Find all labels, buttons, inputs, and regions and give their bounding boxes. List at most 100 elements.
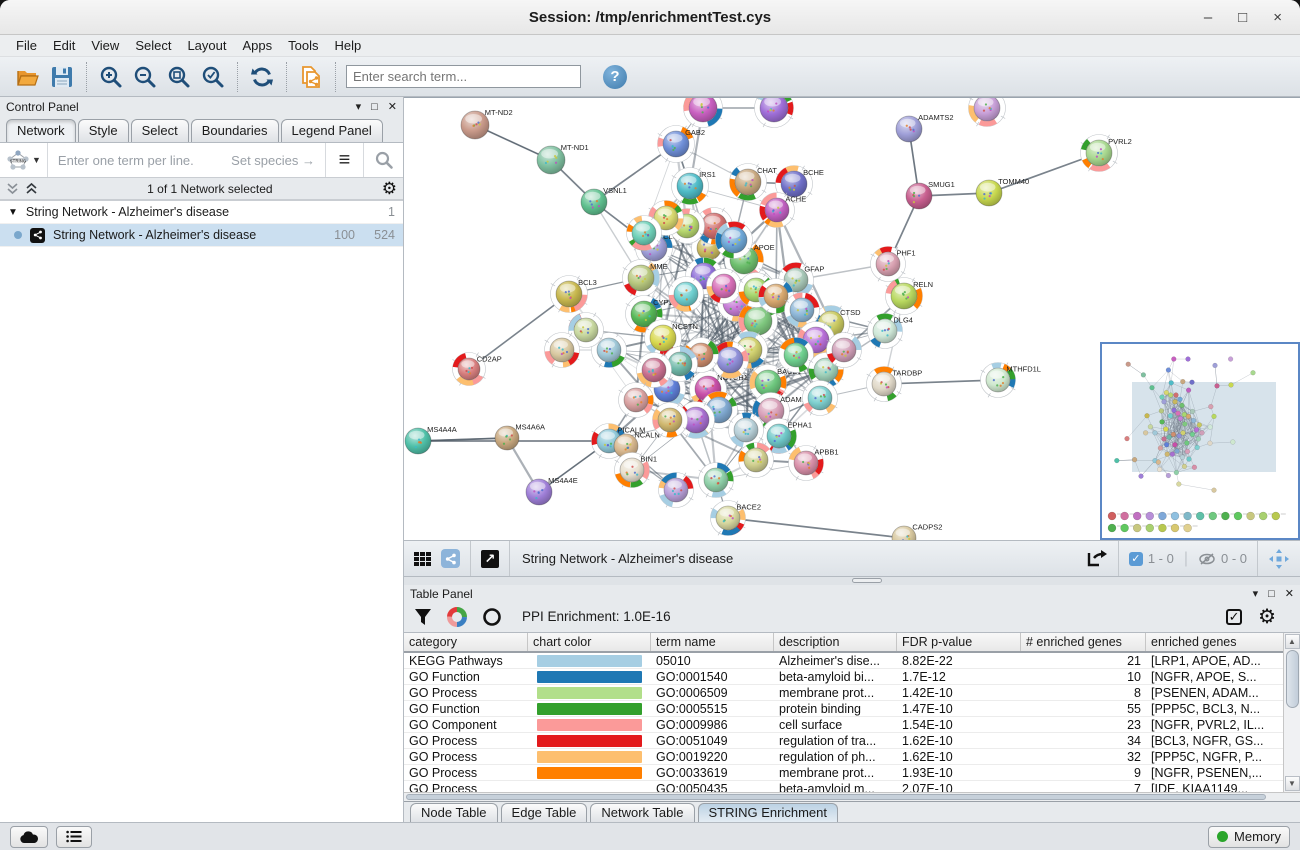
- network-node-MS4A6A[interactable]: MS4A6A: [495, 423, 545, 450]
- network-node-TARDBP[interactable]: TARDBP: [867, 367, 923, 402]
- table-row[interactable]: GO ProcessGO:0019220regulation of ph...1…: [404, 749, 1283, 765]
- collapse-triangle-icon[interactable]: ▼: [8, 207, 18, 218]
- network-node[interactable]: [637, 353, 672, 388]
- menu-select[interactable]: Select: [127, 38, 179, 53]
- tab-network-table[interactable]: Network Table: [590, 803, 694, 822]
- tab-select[interactable]: Select: [131, 119, 189, 142]
- table-row[interactable]: GO FunctionGO:0005515protein binding1.47…: [404, 701, 1283, 717]
- network-node-MT-ND1[interactable]: MT-ND1: [537, 143, 589, 174]
- network-node-ACHE[interactable]: ACHE: [760, 193, 807, 228]
- column-header-enriched-genes[interactable]: # enriched genes: [1021, 633, 1146, 651]
- network-row-selected[interactable]: String Network - Alzheimer's disease 100…: [0, 224, 403, 247]
- menu-help[interactable]: Help: [327, 38, 370, 53]
- table-row[interactable]: GO ProcessGO:0050435beta-amyloid m...2.0…: [404, 781, 1283, 792]
- table-row[interactable]: GO ProcessGO:0033619membrane prot...1.93…: [404, 765, 1283, 781]
- reset-chart-icon[interactable]: [482, 607, 502, 627]
- maximize-button[interactable]: □: [1238, 10, 1247, 25]
- network-node-BCL3[interactable]: BCL3: [551, 276, 597, 313]
- string-options-icon[interactable]: ≡: [325, 143, 363, 177]
- network-node-CD2AP[interactable]: CD2AP: [453, 353, 502, 386]
- network-node[interactable]: [969, 98, 1006, 127]
- zoom-out-icon[interactable]: [131, 63, 159, 91]
- network-node[interactable]: [739, 443, 774, 478]
- settings-gear-icon[interactable]: ⚙: [1258, 607, 1276, 627]
- network-node-IRS1[interactable]: IRS1: [672, 168, 716, 205]
- network-node-MS4A4E[interactable]: MS4A4E: [526, 476, 578, 505]
- table-row[interactable]: GO FunctionGO:0001540beta-amyloid bi...1…: [404, 669, 1283, 685]
- network-node[interactable]: [669, 277, 704, 312]
- menu-file[interactable]: File: [8, 38, 45, 53]
- scrollbar-thumb[interactable]: [1286, 650, 1299, 708]
- network-node-RELN[interactable]: RELN: [886, 278, 934, 315]
- zoom-fit-icon[interactable]: [165, 63, 193, 91]
- menu-layout[interactable]: Layout: [179, 38, 234, 53]
- filter-icon[interactable]: [414, 608, 432, 626]
- network-node[interactable]: [684, 98, 723, 128]
- network-node-DLG4[interactable]: DLG4: [868, 314, 913, 349]
- network-node-BACE2[interactable]: BACE2: [711, 501, 762, 536]
- network-node[interactable]: [779, 338, 814, 373]
- tab-boundaries[interactable]: Boundaries: [191, 119, 279, 142]
- network-node-MT-ND2[interactable]: MT-ND2: [461, 108, 513, 139]
- share-network-icon[interactable]: [441, 549, 460, 568]
- network-node-CADPS2[interactable]: CADPS2: [892, 523, 942, 540]
- network-canvas[interactable]: MT-ND2MT-ND1VSNL1GAB2IRS1CHATBCHEACHEADA…: [404, 97, 1300, 540]
- network-node[interactable]: [803, 381, 838, 416]
- close-button[interactable]: ×: [1273, 10, 1282, 25]
- float-panel-icon[interactable]: □: [1268, 589, 1275, 600]
- selected-checkbox-icon[interactable]: ✓: [1129, 552, 1143, 566]
- scrollbar-thumb[interactable]: [406, 794, 1266, 800]
- tab-legend-panel[interactable]: Legend Panel: [281, 119, 383, 142]
- network-node[interactable]: [827, 333, 862, 368]
- open-in-browser-icon[interactable]: ↗: [481, 550, 499, 568]
- grid-view-icon[interactable]: [414, 552, 431, 566]
- network-node[interactable]: [707, 269, 742, 304]
- network-node[interactable]: [627, 216, 662, 251]
- table-row[interactable]: KEGG Pathways05010Alzheimer's dise...8.8…: [404, 653, 1283, 669]
- string-term-input[interactable]: Enter one term per line. Set species →: [48, 143, 325, 177]
- zoom-selected-icon[interactable]: [199, 63, 227, 91]
- network-node-VSNL1[interactable]: VSNL1: [581, 186, 627, 215]
- tab-string-enrichment[interactable]: STRING Enrichment: [698, 803, 838, 822]
- table-row[interactable]: GO ProcessGO:0051049regulation of tra...…: [404, 733, 1283, 749]
- horizontal-scrollbar[interactable]: [404, 792, 1300, 801]
- network-node-PVRL2[interactable]: PVRL2: [1081, 135, 1132, 172]
- column-header-enriched-genes[interactable]: enriched genes: [1146, 633, 1283, 651]
- select-terms-checkbox-icon[interactable]: ✓: [1226, 609, 1242, 625]
- column-header-description[interactable]: description: [774, 633, 897, 651]
- network-node-PHF1[interactable]: PHF1: [871, 247, 916, 282]
- tab-node-table[interactable]: Node Table: [410, 803, 498, 822]
- export-network-icon[interactable]: [1086, 549, 1108, 569]
- menu-view[interactable]: View: [83, 38, 127, 53]
- table-row[interactable]: GO ProcessGO:0006509membrane prot...1.42…: [404, 685, 1283, 701]
- birds-eye-toggle-icon[interactable]: [1268, 548, 1290, 570]
- column-header-chart-color[interactable]: chart color: [528, 633, 651, 651]
- panel-menu-icon[interactable]: ▾: [1253, 589, 1259, 600]
- close-panel-icon[interactable]: ✕: [1285, 589, 1294, 600]
- network-node[interactable]: [619, 383, 654, 418]
- open-session-icon[interactable]: [14, 63, 42, 91]
- network-node-TOMM40[interactable]: TOMM40: [976, 177, 1029, 206]
- network-node-ADAMTS2[interactable]: ADAMTS2: [896, 113, 954, 142]
- set-species-label[interactable]: Set species →: [231, 153, 315, 168]
- enrichment-chart-icon[interactable]: [446, 606, 468, 628]
- network-node[interactable]: [659, 473, 694, 508]
- network-node[interactable]: [755, 98, 794, 128]
- scroll-down-icon[interactable]: ▼: [1285, 776, 1300, 791]
- network-node-MTHFD1L[interactable]: MTHFD1L: [981, 363, 1041, 398]
- menu-tools[interactable]: Tools: [280, 38, 326, 53]
- network-collection-row[interactable]: ▼ String Network - Alzheimer's disease 1: [0, 201, 403, 224]
- network-node[interactable]: [653, 403, 688, 438]
- horizontal-splitter[interactable]: [404, 577, 1300, 585]
- network-node[interactable]: [699, 463, 734, 498]
- string-database-selector[interactable]: STRING ▼: [0, 143, 48, 177]
- table-row[interactable]: GO ComponentGO:0009986cell surface1.54E-…: [404, 717, 1283, 733]
- tab-network[interactable]: Network: [6, 119, 76, 142]
- network-graph[interactable]: MT-ND2MT-ND1VSNL1GAB2IRS1CHATBCHEACHEADA…: [404, 98, 1291, 540]
- column-header-FDR-p-value[interactable]: FDR p-value: [897, 633, 1021, 651]
- refresh-network-icon[interactable]: [248, 63, 276, 91]
- minimize-button[interactable]: –: [1204, 10, 1212, 25]
- vertical-scrollbar[interactable]: ▲ ▼: [1283, 633, 1300, 792]
- close-panel-icon[interactable]: ✕: [388, 102, 397, 113]
- help-icon[interactable]: ?: [603, 65, 627, 89]
